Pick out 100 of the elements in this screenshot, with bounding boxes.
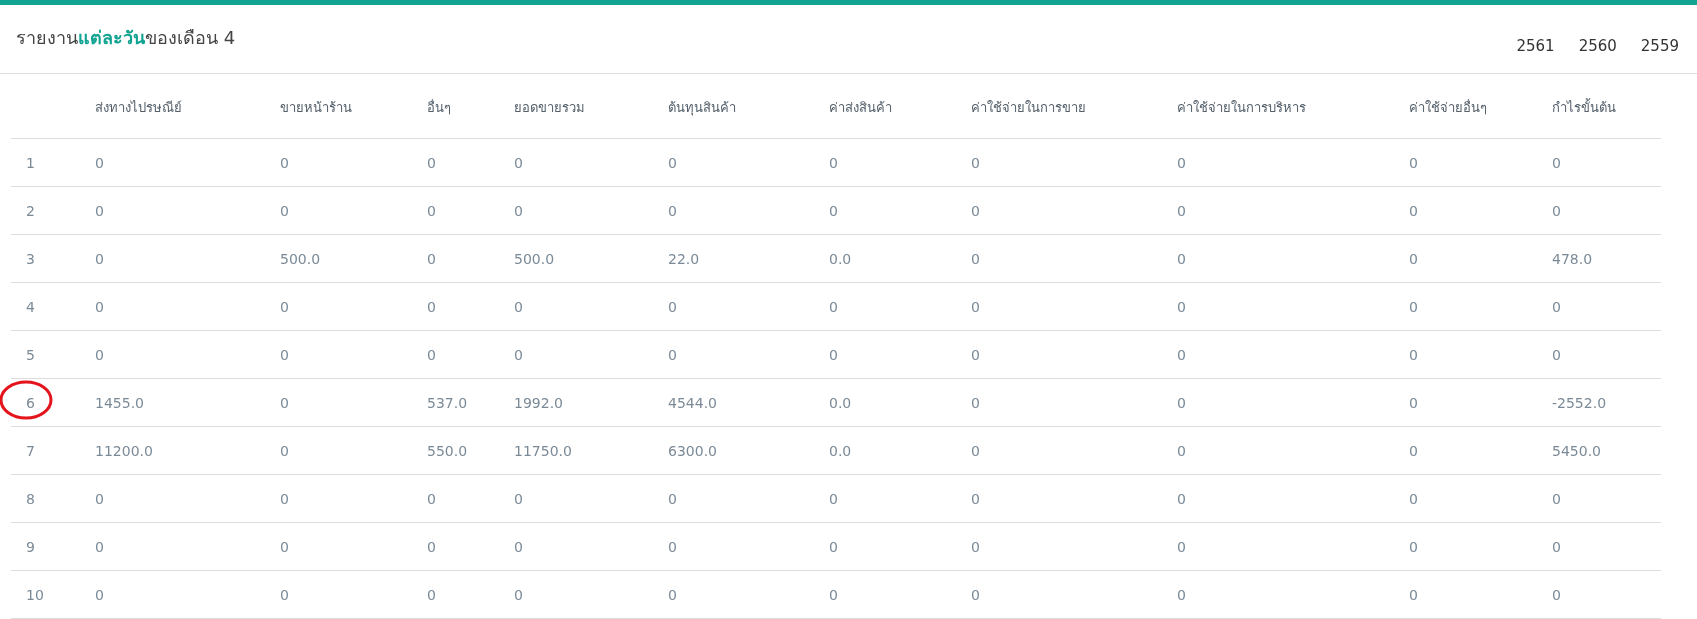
- table-cell: 0: [668, 154, 677, 171]
- table-cell: 0: [95, 538, 104, 555]
- table-cell: 0: [514, 346, 523, 363]
- table-cell: 0: [1177, 586, 1186, 603]
- column-header: ค่าใช้จ่ายอื่นๆ: [1409, 100, 1487, 115]
- table-cell: 0: [427, 298, 436, 315]
- table-cell: 0: [427, 490, 436, 507]
- table-cell: 0: [280, 442, 289, 459]
- table-cell: 0: [1409, 154, 1418, 171]
- table-cell: 0: [971, 394, 980, 411]
- table-cell: 0: [971, 538, 980, 555]
- table-cell: 0: [829, 346, 838, 363]
- table-cell: 11750.0: [514, 442, 572, 459]
- table-cell: 0: [95, 298, 104, 315]
- table-cell: 5450.0: [1552, 442, 1601, 459]
- day-number: 8: [26, 490, 35, 507]
- table-cell: 0: [971, 154, 980, 171]
- table-cell: 0: [95, 346, 104, 363]
- table-cell: 0: [1177, 154, 1186, 171]
- table-cell: 0: [971, 442, 980, 459]
- table-cell: 0: [514, 298, 523, 315]
- table-cell: 0: [280, 154, 289, 171]
- table-cell: 0: [514, 490, 523, 507]
- table-cell: 0: [829, 154, 838, 171]
- table-cell: 0: [1552, 538, 1561, 555]
- year-link[interactable]: 2560: [1578, 37, 1617, 55]
- day-number: 6: [26, 394, 35, 411]
- column-header: ส่งทางไปรษณีย์: [95, 100, 182, 115]
- table-cell: 0: [668, 490, 677, 507]
- table-cell: 0: [1177, 490, 1186, 507]
- table-cell: 0: [668, 346, 677, 363]
- table-cell: 0: [1177, 394, 1186, 411]
- table-cell: 0: [829, 538, 838, 555]
- year-link[interactable]: 2561: [1516, 37, 1555, 55]
- table-cell: 500.0: [280, 250, 321, 267]
- table-cell: 0: [280, 202, 289, 219]
- table-cell: 0: [668, 202, 677, 219]
- table-cell: 0: [427, 538, 436, 555]
- table-cell: 0: [971, 250, 980, 267]
- table-cell: 0.0: [829, 394, 852, 411]
- day-number: 1: [26, 154, 35, 171]
- table-cell: 0: [668, 298, 677, 315]
- day-number: 10: [26, 586, 44, 603]
- table-cell: 500.0: [514, 250, 555, 267]
- table-cell: 0: [1409, 586, 1418, 603]
- table-cell: 0: [427, 250, 436, 267]
- table-cell: 1455.0: [95, 394, 144, 411]
- table-cell: 0: [971, 586, 980, 603]
- table-cell: 537.0: [427, 394, 468, 411]
- table-cell: 0: [427, 202, 436, 219]
- table-cell: 0: [1552, 202, 1561, 219]
- table-cell: 0: [427, 586, 436, 603]
- report-title: รายงานแต่ละวันของเดือน 4: [16, 26, 236, 50]
- table-cell: 0: [1177, 346, 1186, 363]
- table-cell: 0: [1409, 250, 1418, 267]
- column-header: กำไรขั้นต้น: [1552, 100, 1616, 115]
- table-cell: 0: [514, 154, 523, 171]
- column-header: ยอดขายรวม: [514, 100, 585, 115]
- table-cell: 0: [95, 250, 104, 267]
- table-cell: 0: [95, 202, 104, 219]
- year-link[interactable]: 2559: [1640, 37, 1679, 55]
- table-cell: 0: [427, 154, 436, 171]
- table-cell: 0: [427, 346, 436, 363]
- table-cell: 0: [280, 538, 289, 555]
- table-cell: 0: [280, 298, 289, 315]
- table-cell: 0: [1177, 298, 1186, 315]
- day-number: 3: [26, 250, 35, 267]
- table-cell: 0: [514, 202, 523, 219]
- table-cell: 0: [971, 346, 980, 363]
- table-cell: 0: [1177, 538, 1186, 555]
- table-cell: 0: [95, 154, 104, 171]
- table-cell: 0: [1409, 202, 1418, 219]
- table-cell: 0: [95, 586, 104, 603]
- table-cell: 0: [829, 490, 838, 507]
- table-cell: 11200.0: [95, 442, 153, 459]
- table-cell: 0: [971, 298, 980, 315]
- table-cell: 0: [829, 202, 838, 219]
- table-cell: 0: [514, 586, 523, 603]
- table-cell: 0: [1552, 490, 1561, 507]
- table-cell: 22.0: [668, 250, 700, 267]
- table-cell: 0: [829, 586, 838, 603]
- table-cell: 0: [829, 298, 838, 315]
- day-number: 2: [26, 202, 35, 219]
- table-cell: 0: [971, 202, 980, 219]
- day-number: 7: [26, 442, 35, 459]
- column-header: ค่าส่งสินค้า: [829, 100, 892, 115]
- table-cell: 0: [1177, 202, 1186, 219]
- table-cell: 0: [668, 586, 677, 603]
- table-cell: 0.0: [829, 442, 852, 459]
- table-cell: 0: [1409, 298, 1418, 315]
- table-cell: 0: [1177, 250, 1186, 267]
- table-cell: 0: [95, 490, 104, 507]
- table-cell: 0: [1409, 538, 1418, 555]
- table-cell: 1992.0: [514, 394, 563, 411]
- table-cell: 0: [280, 490, 289, 507]
- table-cell: 0: [514, 538, 523, 555]
- table-cell: 0: [1552, 298, 1561, 315]
- table-cell: 0: [1552, 346, 1561, 363]
- table-cell: 0: [1409, 394, 1418, 411]
- column-header: ค่าใช้จ่ายในการขาย: [971, 100, 1086, 115]
